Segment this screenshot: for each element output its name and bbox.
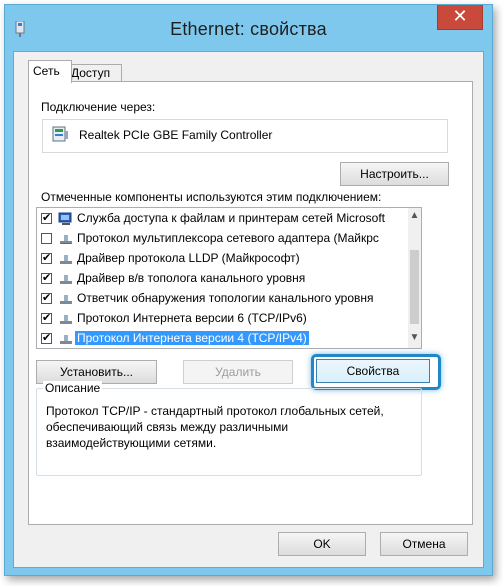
scroll-thumb[interactable]: [410, 250, 419, 324]
component-label: Протокол Интернета версии 4 (TCP/IPv4): [75, 331, 309, 345]
check-mark-icon: ✔: [42, 332, 52, 344]
scroll-up-icon[interactable]: ▲: [408, 210, 421, 224]
remove-button[interactable]: Удалить: [183, 360, 293, 384]
component-checkbox[interactable]: ✔: [41, 293, 52, 304]
list-item[interactable]: ✔ Драйвер в/в тополога канального уровня: [37, 269, 407, 289]
component-label: Драйвер протокола LLDP (Майкрософт): [77, 251, 300, 265]
component-label: Служба доступа к файлам и принтерам сете…: [77, 211, 386, 225]
check-mark-icon: ✔: [42, 312, 52, 324]
protocol-icon: [60, 315, 72, 324]
tab-sharing[interactable]: Доступ: [66, 64, 122, 82]
description-title: Описание: [43, 381, 103, 395]
check-mark-icon: ✔: [42, 272, 52, 284]
protocol-icon: [60, 275, 72, 284]
dialog-content: Сеть Доступ Подключение через: Realtek P…: [13, 51, 484, 568]
component-label: Протокол Интернета версии 6 (TCP/IPv6): [77, 311, 307, 325]
list-scrollbar[interactable]: ▲ ▼: [408, 208, 421, 348]
list-item[interactable]: Протокол мультиплексора сетевого адаптер…: [37, 229, 407, 249]
component-label: Протокол мультиплексора сетевого адаптер…: [77, 231, 379, 245]
components-label: Отмеченные компоненты используются этим …: [41, 190, 382, 204]
title-bar[interactable]: Ethernet: свойства ✕: [5, 5, 492, 51]
component-label: Ответчик обнаружения топологии канальног…: [77, 291, 374, 305]
scroll-down-icon[interactable]: ▼: [408, 332, 421, 346]
cancel-button[interactable]: Отмена: [380, 532, 468, 556]
connect-using-label: Подключение через:: [41, 100, 156, 114]
check-mark-icon: ✔: [42, 252, 52, 264]
service-icon: [58, 212, 72, 225]
component-checkbox[interactable]: ✔: [41, 213, 52, 224]
component-checkbox[interactable]: ✔: [41, 313, 52, 324]
adapter-name: Realtek PCIe GBE Family Controller: [79, 128, 273, 142]
properties-button[interactable]: Свойства: [316, 359, 430, 383]
description-group: Описание Протокол TCP/IP - стандартный п…: [36, 381, 422, 476]
component-checkbox[interactable]: [41, 233, 52, 244]
components-list[interactable]: ✔ Служба доступа к файлам и принтерам се…: [36, 207, 422, 349]
list-item[interactable]: ✔ Ответчик обнаружения топологии канальн…: [37, 289, 407, 309]
description-text: Протокол TCP/IP - стандартный протокол г…: [46, 404, 384, 450]
protocol-icon: [60, 295, 72, 304]
properties-window: Ethernet: свойства ✕ Сеть Доступ Подключ…: [4, 4, 493, 576]
list-item[interactable]: ✔ Драйвер протокола LLDP (Майкрософт): [37, 249, 407, 269]
component-checkbox[interactable]: ✔: [41, 333, 52, 344]
tab-network[interactable]: Сеть: [28, 60, 72, 83]
component-checkbox[interactable]: ✔: [41, 253, 52, 264]
list-item[interactable]: ✔ Служба доступа к файлам и принтерам се…: [37, 209, 407, 229]
ok-button[interactable]: OK: [278, 532, 366, 556]
list-item[interactable]: ✔ Протокол Интернета версии 6 (TCP/IPv6): [37, 309, 407, 329]
network-adapter-icon: [52, 126, 68, 142]
close-button[interactable]: ✕: [437, 5, 483, 30]
protocol-icon: [60, 255, 72, 264]
check-mark-icon: ✔: [42, 212, 52, 224]
component-label: Драйвер в/в тополога канального уровня: [77, 271, 306, 285]
window-title: Ethernet: свойства: [170, 19, 327, 39]
close-icon: ✕: [452, 6, 468, 26]
check-mark-icon: ✔: [42, 292, 52, 304]
configure-button[interactable]: Настроить...: [340, 162, 449, 186]
adapter-box: Realtek PCIe GBE Family Controller: [42, 119, 448, 153]
tab-panel-network: Подключение через: Realtek PCIe GBE Fami…: [28, 81, 473, 525]
component-checkbox[interactable]: ✔: [41, 273, 52, 284]
protocol-icon: [60, 235, 72, 244]
list-item-selected[interactable]: ✔ Протокол Интернета версии 4 (TCP/IPv4): [37, 329, 407, 348]
protocol-icon: [60, 335, 72, 344]
